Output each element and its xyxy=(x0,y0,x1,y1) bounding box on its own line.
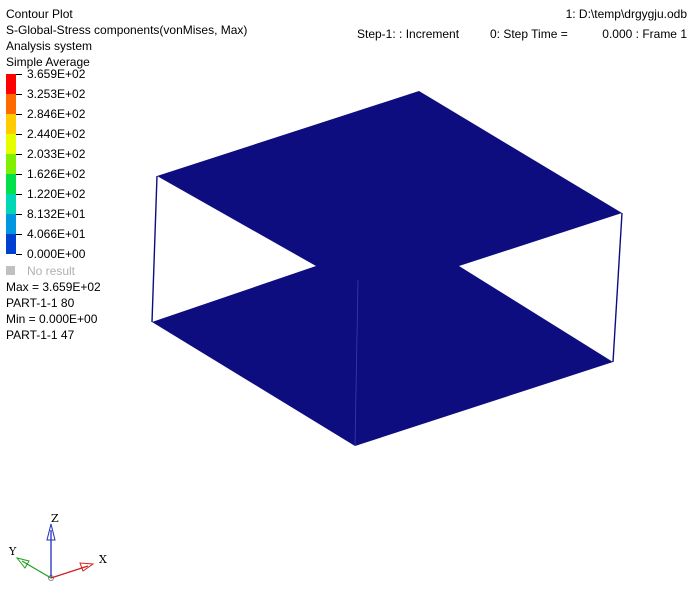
orientation-triad: Z X Y xyxy=(8,512,107,581)
part-edge-right xyxy=(612,212,623,363)
y-axis-arrow xyxy=(15,557,30,569)
x-axis-label: X xyxy=(99,553,107,566)
y-axis-line xyxy=(21,560,52,579)
y-axis-label: Y xyxy=(8,545,17,558)
x-axis-line xyxy=(50,565,89,579)
part-top-face[interactable] xyxy=(157,91,622,266)
part-bottom-face[interactable] xyxy=(152,266,613,446)
part-edge-left xyxy=(151,175,158,323)
model-viewport[interactable]: Z X Y xyxy=(0,0,696,600)
z-axis-label: Z xyxy=(51,512,59,525)
